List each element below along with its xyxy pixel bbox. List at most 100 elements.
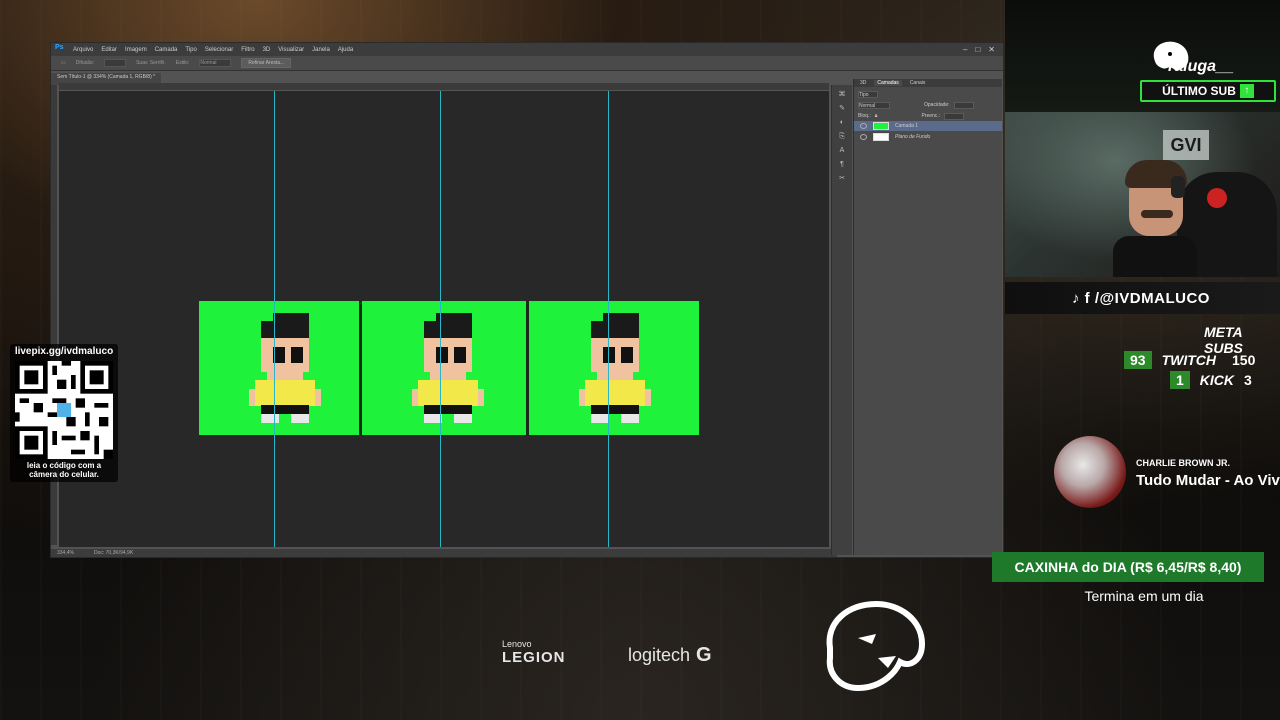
sprite-frame-3 (529, 301, 689, 435)
sprite-pixel (633, 363, 639, 373)
menu-editar[interactable]: Editar (101, 47, 117, 53)
layer-filter-row: Tipo (854, 90, 1002, 98)
difusao-label: Difusão: (75, 60, 95, 66)
streamer (1113, 158, 1197, 277)
headset-icon (1171, 176, 1185, 198)
eye-icon[interactable] (860, 123, 867, 129)
opacity-input[interactable] (953, 101, 974, 109)
layer-thumbnail (873, 122, 889, 130)
eye-icon[interactable] (860, 134, 867, 140)
layer-row-plano-de-fundo[interactable]: Plano de Fundo (854, 132, 1002, 142)
history-icon[interactable]: ⌘ (837, 91, 847, 99)
logitech-logo: logitech G (628, 644, 712, 667)
layer-row-camada-1[interactable]: Camada 1 (854, 121, 1002, 131)
character-icon[interactable]: A (837, 147, 847, 155)
sprite-pixel (478, 397, 484, 406)
status-bar: 334,4% Doc: 70,3K/94,9K (51, 549, 837, 557)
guide-line[interactable] (440, 91, 441, 547)
zoom-level[interactable]: 334,4% (57, 550, 74, 556)
close-icon[interactable]: ✕ (988, 45, 995, 54)
livepix-qr-panel: livepix.gg/ivdmaluco leia o código com a… (10, 344, 118, 482)
sprite-pixel (466, 363, 472, 373)
menu-imagem[interactable]: Imagem (125, 47, 147, 53)
menu-janela[interactable]: Janela (312, 47, 330, 53)
menu-ajuda[interactable]: Ajuda (338, 47, 353, 53)
social-handle: ♪ f /@IVDMALUCO (1072, 290, 1210, 307)
song-title: Tudo Mudar - Ao Vivo (1136, 472, 1280, 489)
opacity-label: Opacidade: (924, 102, 950, 108)
tab-canais[interactable]: Canais (910, 80, 926, 86)
sprite-pixel (315, 397, 321, 406)
sprite-pixel (633, 413, 639, 423)
wall-sign: GVI (1163, 130, 1209, 160)
qr-code-icon (15, 361, 113, 459)
lock-icon[interactable]: 🔒︎ (875, 113, 878, 119)
kick-goal-row: 1 KICK 3 (1170, 371, 1252, 389)
sprite-pixel (303, 363, 309, 373)
kick-current: 1 (1170, 371, 1190, 389)
estilo-label: Estilo: (175, 60, 190, 66)
logitech-text: logitech (628, 645, 691, 665)
menu-bar: Ps Arquivo Editar Imagem Camada Tipo Sel… (51, 43, 1003, 56)
streamer-mustache (1141, 210, 1173, 218)
layers-tabs: 3D Camadas Canais (854, 79, 1002, 87)
lock-row: Bloq.: 🔒︎ Preenc.: (854, 112, 1002, 120)
adjust-icon[interactable]: ◐ (837, 119, 847, 127)
paragraph-icon[interactable]: ¶ (837, 161, 847, 169)
brush-icon[interactable]: ✎ (837, 105, 847, 113)
twitch-goal-row: 93 TWITCH 150 (1124, 351, 1255, 369)
maximize-icon[interactable]: □ (975, 45, 980, 54)
sprite-pixel (645, 397, 651, 406)
panel-dock-icons: ⌘ ✎ ◐ ⎘ A ¶ ✂ (831, 85, 852, 555)
tab-3d[interactable]: 3D (860, 80, 866, 86)
fill-input[interactable] (944, 112, 965, 120)
window-controls: – □ ✕ (963, 45, 1003, 54)
photoshop-window: Ps Arquivo Editar Imagem Camada Tipo Sel… (50, 42, 1004, 558)
kick-label: KICK (1199, 372, 1235, 388)
canvas-area[interactable] (59, 91, 829, 547)
song-artist: CHARLIE BROWN JR. (1136, 458, 1230, 468)
last-sub-label: ÚLTIMO SUB (1162, 84, 1236, 98)
menu-3d[interactable]: 3D (263, 47, 271, 53)
lenovo-legion-logo: Lenovo LEGION (502, 640, 566, 667)
layers-panel: 3D Camadas Canais Tipo Normal Opacidade:… (853, 79, 1002, 555)
caixinha-banner: CAXINHA do DIA (R$ 6,45/R$ 8,40) (992, 552, 1264, 582)
last-sub-badge: ÚLTIMO SUB ↑ (1140, 80, 1276, 102)
difusao-input[interactable] (104, 59, 127, 67)
lenovo-text: Lenovo (502, 639, 532, 649)
menu-tipo[interactable]: Tipo (185, 47, 196, 53)
sprite-frame-1 (199, 301, 359, 435)
now-playing: CHARLIE BROWN JR. Tudo Mudar - Ao Vivo (1054, 436, 1280, 508)
last-sub-username: raiuga__ (1168, 58, 1234, 75)
layer-name: Plano de Fundo (895, 134, 931, 140)
blend-mode-select[interactable]: Normal (858, 101, 890, 109)
logitech-g-icon: G (696, 644, 712, 666)
twitch-current: 93 (1124, 351, 1152, 369)
guide-line[interactable] (274, 91, 275, 547)
kick-goal: 3 (1244, 372, 1252, 388)
menu-filtro[interactable]: Filtro (241, 47, 254, 53)
qr-caption: leia o código com a câmera do celular. (10, 461, 118, 479)
sprite-pixel (466, 413, 472, 423)
layer-filter-select[interactable]: Tipo (858, 90, 878, 98)
lock-label: Bloq.: (858, 113, 871, 119)
marquee-tool-icon[interactable]: ▭ (61, 60, 66, 66)
options-bar: ▭ Difusão: Suav. Serrilh. Estilo: Normal… (51, 56, 1003, 71)
menu-arquivo[interactable]: Arquivo (73, 47, 93, 53)
top-ruler (59, 83, 829, 91)
doc-size: Doc: 70,3K/94,9K (93, 550, 134, 556)
tab-camadas[interactable]: Camadas (874, 80, 902, 86)
anti-alias-checkbox[interactable]: Suav. Serrilh. (136, 60, 166, 66)
guide-line[interactable] (608, 91, 609, 547)
minimize-icon[interactable]: – (963, 45, 967, 54)
menu-visualizar[interactable]: Visualizar (278, 47, 304, 53)
menu-camada[interactable]: Camada (155, 47, 178, 53)
refine-edge-button[interactable]: Refinar Aresta... (241, 58, 292, 68)
tools-icon[interactable]: ✂ (837, 175, 847, 183)
menu-selecionar[interactable]: Selecionar (205, 47, 233, 53)
twitch-label: TWITCH (1161, 352, 1217, 368)
album-art (1054, 436, 1126, 508)
clone-icon[interactable]: ⎘ (837, 133, 847, 141)
layer-thumbnail (873, 133, 889, 141)
estilo-select[interactable]: Normal (199, 59, 232, 67)
